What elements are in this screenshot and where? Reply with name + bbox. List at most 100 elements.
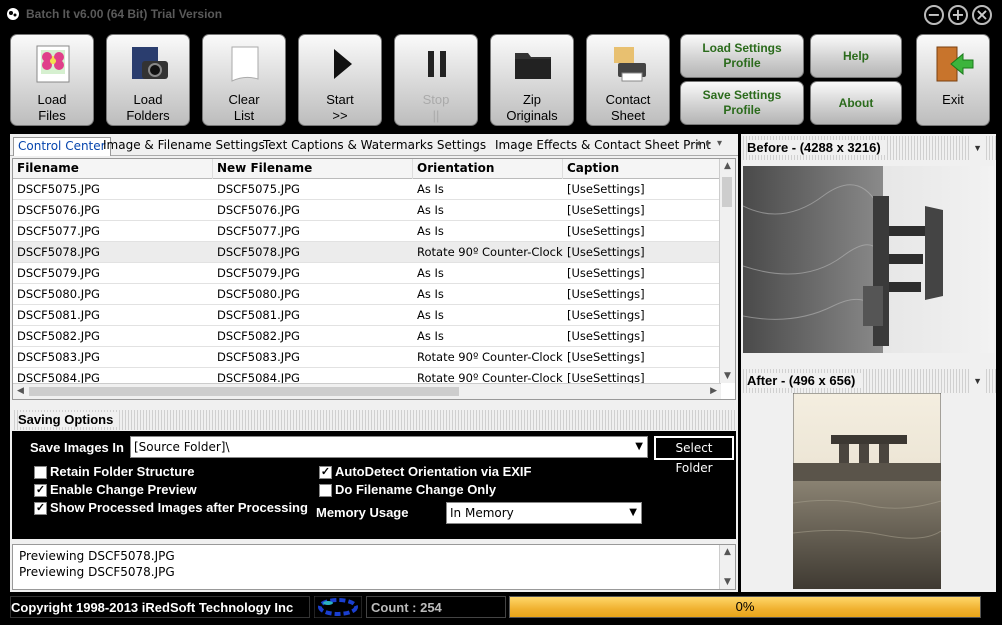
tab-text-captions-watermarks[interactable]: Text Captions & Watermarks Settings [259,137,490,156]
camera-folder-icon [132,47,168,79]
table-row[interactable]: DSCF5082.JPG DSCF5082.JPG As Is [UseSetting… [13,326,721,347]
help-button[interactable]: Help [810,34,902,78]
table-row[interactable]: DSCF5075.JPG DSCF5075.JPG As Is [UseSetting… [13,179,721,200]
pause-icon [428,51,446,77]
after-preview-label: After - (496 x 656) [747,373,862,388]
orientation-cell: Rotate 90º Counter-Clock... [417,245,563,259]
tab-image-effects-contact-sheet[interactable]: Image Effects & Contact Sheet Print [491,137,715,156]
scroll-left-arrow[interactable]: ◀ [17,386,24,396]
tab-image-filename-settings[interactable]: Image & Filename Settings [99,137,269,156]
clear-list-label: Clear List [228,92,260,123]
column-header-orientation[interactable]: Orientation [413,159,563,179]
save-images-in-dropdown[interactable]: [Source Folder]\ ▼ [130,436,648,458]
filename-cell: DSCF5078.JPG [17,245,100,259]
load-settings-profile-button[interactable]: Load Settings Profile [680,34,804,78]
new-filename-cell: DSCF5077.JPG [217,224,300,238]
filename-cell: DSCF5076.JPG [17,203,100,217]
enable-change-preview-checkbox[interactable]: ✓ [34,484,47,497]
file-grid[interactable]: Filename New Filename Orientation Captio… [12,158,736,400]
grid-vertical-scrollbar[interactable]: ▲ ▼ [719,159,735,383]
filename-cell: DSCF5083.JPG [17,350,100,364]
column-header-caption[interactable]: Caption [563,159,721,179]
clear-list-button[interactable]: Clear List [202,34,286,126]
horizontal-scroll-thumb[interactable] [29,387,459,396]
scroll-up-arrow[interactable]: ▲ [724,161,731,171]
caption-cell: [UseSettings] [567,329,645,343]
tab-control-center[interactable]: Control Center [13,137,111,156]
log-scrollbar[interactable]: ▲ ▼ [719,545,735,589]
chevron-down-icon[interactable]: ▼ [971,136,984,160]
maximize-button[interactable]: + [948,5,968,25]
orientation-cell: Rotate 90º Counter-Clock... [417,350,563,364]
log-output[interactable]: Previewing DSCF5078.JPG Previewing DSCF5… [12,544,736,590]
load-folders-label: Load Folders [126,92,170,123]
caption-cell: [UseSettings] [567,266,645,280]
enable-change-preview-label: Enable Change Preview [50,482,197,497]
show-processed-images-checkbox[interactable]: ✓ [34,502,47,515]
filename-cell: DSCF5077.JPG [17,224,100,238]
progress-bar: 0% [509,596,981,618]
new-filename-cell: DSCF5083.JPG [217,350,300,364]
table-row[interactable]: DSCF5076.JPG DSCF5076.JPG As Is [UseSetting… [13,200,721,221]
retain-folder-structure-checkbox[interactable] [34,466,47,479]
filename-change-only-checkbox[interactable] [319,484,332,497]
table-row[interactable]: DSCF5078.JPG DSCF5078.JPG Rotate 90º Count… [13,242,721,263]
grid-header: Filename New Filename Orientation Captio… [13,159,721,179]
caption-cell: [UseSettings] [567,224,645,238]
caption-cell: [UseSettings] [567,245,645,259]
chevron-down-icon[interactable]: ▼ [971,369,984,393]
filename-cell: DSCF5081.JPG [17,308,100,322]
new-filename-cell: DSCF5082.JPG [217,329,300,343]
app-icon [7,8,19,20]
table-row[interactable]: DSCF5081.JPG DSCF5081.JPG As Is [UseSetting… [13,305,721,326]
autodetect-orientation-label: AutoDetect Orientation via EXIF [335,464,532,479]
status-bar: Copyright 1998-2013 iRedSoft Technology … [0,594,1002,625]
after-preview-image [793,393,941,589]
filename-cell: DSCF5080.JPG [17,287,100,301]
vertical-scroll-thumb[interactable] [722,177,732,207]
orientation-cell: As Is [417,266,444,280]
tab-scroll-arrows[interactable]: ◂▸▾ [695,138,728,149]
column-header-filename[interactable]: Filename [13,159,213,179]
orientation-cell: As Is [417,308,444,322]
table-row[interactable]: DSCF5079.JPG DSCF5079.JPG As Is [UseSetting… [13,263,721,284]
copyright-text: Copyright 1998-2013 iRedSoft Technology … [10,596,310,618]
new-filename-cell: DSCF5081.JPG [217,308,300,322]
scroll-down-arrow[interactable]: ▼ [724,577,731,587]
column-header-new-filename[interactable]: New Filename [213,159,413,179]
close-button[interactable]: × [972,5,992,25]
scroll-up-arrow[interactable]: ▲ [724,547,731,557]
exit-button[interactable]: Exit [916,34,990,126]
select-folder-button[interactable]: Select Folder [654,436,734,475]
busy-spinner-icon [314,596,362,618]
scroll-right-arrow[interactable]: ▶ [710,386,717,396]
toolbar: Load Files Load Folders Clear List Start… [0,30,1002,130]
tab-bar: Control Center Image & Filename Settings… [10,134,738,156]
zip-originals-button[interactable]: Zip Originals [490,34,574,126]
table-row[interactable]: DSCF5077.JPG DSCF5077.JPG As Is [UseSetting… [13,221,721,242]
table-row[interactable]: DSCF5080.JPG DSCF5080.JPG As Is [UseSetting… [13,284,721,305]
play-icon [334,49,352,79]
table-row[interactable]: DSCF5083.JPG DSCF5083.JPG Rotate 90º Count… [13,347,721,368]
memory-usage-dropdown[interactable]: In Memory ▼ [446,502,642,524]
contact-sheet-label: Contact Sheet [605,92,651,123]
before-preview-header: Before - (4288 x 3216) ▼ [741,136,996,160]
save-settings-profile-button[interactable]: Save Settings Profile [680,81,804,125]
stop-button[interactable]: Stop || [394,34,478,126]
saving-options-panel: Save Images In [Source Folder]\ ▼ Select… [12,431,736,539]
about-button[interactable]: About [810,81,902,125]
start-button[interactable]: Start >> [298,34,382,126]
chevron-down-icon: ▼ [635,441,643,452]
autodetect-orientation-checkbox[interactable]: ✓ [319,466,332,479]
printer-icon [614,47,646,82]
caption-cell: [UseSettings] [567,203,645,217]
grid-horizontal-scrollbar[interactable]: ◀ ▶ [13,383,721,399]
save-images-in-label: Save Images In [30,440,124,455]
filename-change-only-label: Do Filename Change Only [335,482,497,497]
new-filename-cell: DSCF5079.JPG [217,266,300,280]
minimize-button[interactable]: − [924,5,944,25]
scroll-down-arrow[interactable]: ▼ [724,371,731,381]
load-files-button[interactable]: Load Files [10,34,94,126]
load-folders-button[interactable]: Load Folders [106,34,190,126]
contact-sheet-button[interactable]: Contact Sheet [586,34,670,126]
